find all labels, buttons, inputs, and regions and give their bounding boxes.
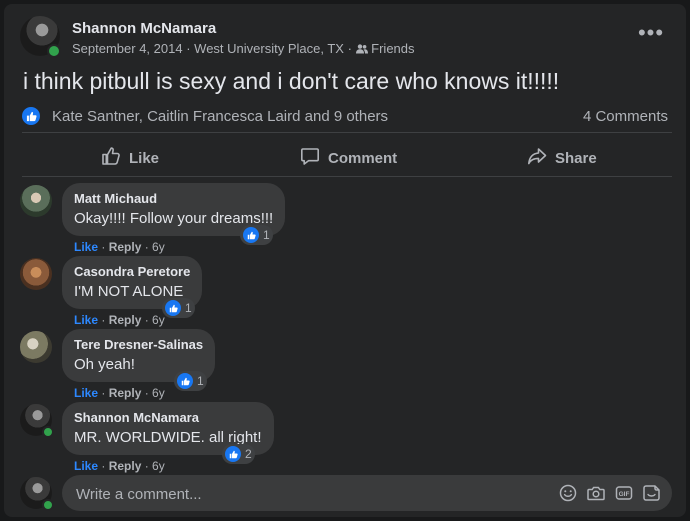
comment-composer: GIF (62, 475, 672, 513)
friends-icon (355, 41, 372, 56)
comment-time[interactable]: 6y (152, 313, 165, 327)
share-icon (527, 146, 547, 170)
comment-time[interactable]: 6y (152, 459, 165, 473)
commenter-avatar[interactable] (20, 331, 52, 363)
share-button-label: Share (555, 149, 597, 167)
comment-like-link[interactable]: Like (74, 313, 98, 327)
post-author[interactable]: Shannon McNamara (72, 20, 216, 37)
online-indicator (47, 44, 61, 58)
like-reaction-icon (177, 373, 193, 389)
comment-reply-link[interactable]: Reply (109, 459, 142, 473)
commenter-name[interactable]: Shannon McNamara (74, 410, 262, 425)
reaction-count: 1 (197, 374, 204, 388)
like-button-label: Like (129, 149, 160, 167)
like-button[interactable]: Like (101, 142, 159, 174)
comment-reactions[interactable]: 2 (222, 444, 255, 464)
comment-button-label: Comment (328, 149, 398, 167)
comment-like-link[interactable]: Like (74, 240, 98, 254)
reaction-count: 1 (263, 228, 270, 242)
meta-separator: · (186, 41, 195, 56)
post-card: Shannon McNamara September 4, 2014 · Wes… (4, 4, 686, 517)
comment-reactions[interactable]: 1 (162, 298, 195, 318)
sticker-icon[interactable] (642, 483, 662, 503)
comment-actions: Like · Reply · 6y (74, 313, 165, 327)
meta-separator: · (347, 41, 356, 56)
like-reaction-icon (225, 446, 241, 462)
post-privacy: Friends (371, 41, 415, 56)
emoji-icon[interactable] (558, 483, 578, 503)
comment-like-link[interactable]: Like (74, 459, 98, 473)
post-meta: September 4, 2014 · West University Plac… (72, 41, 415, 56)
comment-button[interactable]: Comment (300, 142, 397, 174)
commenter-name[interactable]: Tere Dresner-Salinas (74, 337, 203, 352)
more-icon[interactable]: ••• (634, 22, 668, 48)
comment-reactions[interactable]: 1 (174, 371, 207, 391)
comment-text: Okay!!!! Follow your dreams!!! (74, 210, 274, 227)
svg-text:GIF: GIF (619, 491, 630, 498)
post-date[interactable]: September 4, 2014 (72, 41, 183, 56)
post-text: i think pitbull is sexy and i don't care… (23, 68, 560, 94)
commenter-avatar[interactable] (20, 185, 52, 217)
comment-count[interactable]: 4 Comments (583, 108, 668, 125)
comment-reply-link[interactable]: Reply (109, 240, 142, 254)
commenter-name[interactable]: Casondra Peretore (74, 264, 190, 279)
comment-reply-link[interactable]: Reply (109, 313, 142, 327)
post-location[interactable]: West University Place, TX (194, 41, 344, 56)
comment-actions: Like · Reply · 6y (74, 386, 165, 400)
comment-like-link[interactable]: Like (74, 386, 98, 400)
like-reaction-icon[interactable] (22, 107, 40, 125)
like-reaction-icon (165, 300, 181, 316)
comment-input[interactable] (74, 475, 538, 513)
comment-reactions[interactable]: 1 (240, 225, 273, 245)
comment-actions: Like · Reply · 6y (74, 240, 165, 254)
share-button[interactable]: Share (527, 142, 597, 174)
comment-time[interactable]: 6y (152, 386, 165, 400)
online-indicator (42, 426, 54, 438)
comment-reply-link[interactable]: Reply (109, 386, 142, 400)
commenter-name[interactable]: Matt Michaud (74, 191, 273, 206)
reaction-count: 1 (185, 301, 192, 315)
comment-time[interactable]: 6y (152, 240, 165, 254)
divider (22, 176, 672, 177)
camera-icon[interactable] (586, 483, 606, 503)
like-reaction-icon (243, 227, 259, 243)
comment-icon (300, 146, 320, 170)
online-indicator (42, 499, 54, 511)
comment-actions: Like · Reply · 6y (74, 459, 165, 473)
commenter-avatar[interactable] (20, 258, 52, 290)
divider (22, 132, 672, 133)
gif-icon[interactable]: GIF (614, 483, 634, 503)
reaction-count: 2 (245, 447, 252, 461)
like-icon (101, 146, 121, 170)
reactors-list[interactable]: Kate Santner, Caitlin Francesca Laird an… (52, 108, 388, 125)
